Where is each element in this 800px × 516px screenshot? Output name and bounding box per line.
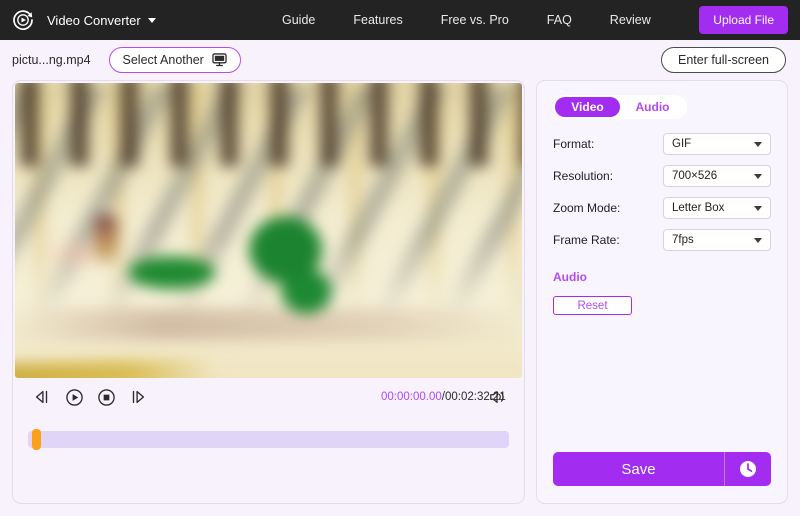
frame-rate-select[interactable]: 7fps xyxy=(663,229,771,251)
resolution-label: Resolution: xyxy=(553,169,614,183)
primary-nav: Guide Features Free vs. Pro FAQ Review xyxy=(282,13,651,27)
nav-link-free-vs-pro[interactable]: Free vs. Pro xyxy=(441,13,509,27)
top-navigation-bar: Video Converter Guide Features Free vs. … xyxy=(0,0,800,40)
setting-row-resolution: Resolution: 700×526 xyxy=(553,165,771,187)
current-filename: pictu...ng.mp4 xyxy=(12,53,91,67)
stop-button[interactable] xyxy=(96,387,116,407)
step-backward-icon xyxy=(35,390,48,404)
preview-layer-warm-blob xyxy=(17,222,143,286)
play-button[interactable] xyxy=(64,387,84,407)
transport-controls xyxy=(32,387,148,407)
nav-link-guide[interactable]: Guide xyxy=(282,13,315,27)
chevron-down-icon xyxy=(754,237,762,243)
step-backward-button[interactable] xyxy=(32,387,52,407)
preview-layer-figure xyxy=(94,214,118,263)
brand-menu[interactable]: Video Converter xyxy=(47,13,156,28)
zoom-mode-value: Letter Box xyxy=(672,202,725,214)
chevron-down-icon xyxy=(754,205,762,211)
setting-row-zoom-mode: Zoom Mode: Letter Box xyxy=(553,197,771,219)
timeline-row xyxy=(14,416,523,462)
play-circle-icon xyxy=(65,388,83,406)
tab-audio[interactable]: Audio xyxy=(620,97,685,117)
nav-link-review[interactable]: Review xyxy=(610,13,651,27)
select-another-label: Select Another xyxy=(122,53,204,67)
chevron-down-icon xyxy=(147,17,156,23)
frame-rate-label: Frame Rate: xyxy=(553,233,620,247)
play-circle-refresh-icon xyxy=(13,10,33,30)
reset-button[interactable]: Reset xyxy=(553,296,632,315)
timeline-handle[interactable] xyxy=(32,428,41,450)
app-logo xyxy=(10,7,36,33)
clock-icon xyxy=(740,461,756,477)
step-forward-icon xyxy=(132,390,145,404)
frame-rate-value: 7fps xyxy=(672,234,694,246)
video-preview-frame-image xyxy=(15,83,522,378)
zoom-mode-label: Zoom Mode: xyxy=(553,201,621,215)
nav-link-features[interactable]: Features xyxy=(353,13,402,27)
zoom-mode-select[interactable]: Letter Box xyxy=(663,197,771,219)
brand-label: Video Converter xyxy=(47,12,141,28)
save-button[interactable]: Save xyxy=(553,452,725,486)
settings-panel: Video Audio Format: GIF Resolution: 700×… xyxy=(536,80,788,504)
select-another-button[interactable]: Select Another xyxy=(108,47,241,73)
file-bar: pictu...ng.mp4 Select Another Enter full… xyxy=(0,40,800,80)
setting-row-frame-rate: Frame Rate: 7fps xyxy=(553,229,771,251)
volume-button[interactable] xyxy=(487,387,507,407)
current-time: 00:00:00.00 xyxy=(381,391,442,403)
speaker-icon xyxy=(490,391,504,403)
setting-row-format: Format: GIF xyxy=(553,133,771,155)
upload-file-button[interactable]: Upload File xyxy=(699,6,788,34)
chevron-down-icon xyxy=(754,173,762,179)
format-select[interactable]: GIF xyxy=(663,133,771,155)
preview-layer-arches xyxy=(15,83,522,167)
monitor-icon xyxy=(212,53,227,67)
tab-video[interactable]: Video xyxy=(555,97,620,117)
player-controls: 00:00:00.00/00:02:32.21 xyxy=(14,378,523,416)
resolution-value: 700×526 xyxy=(672,170,718,182)
audio-section-heading[interactable]: Audio xyxy=(553,270,771,284)
video-preview[interactable] xyxy=(15,83,522,378)
preview-layer-green-subject xyxy=(129,210,357,315)
settings-tabs: Video Audio xyxy=(553,95,687,119)
save-button-group: Save xyxy=(553,452,771,486)
enter-fullscreen-button[interactable]: Enter full-screen xyxy=(660,47,786,73)
stop-circle-icon xyxy=(97,388,115,406)
nav-link-faq[interactable]: FAQ xyxy=(547,13,572,27)
chevron-down-icon xyxy=(754,141,762,147)
main-stage: 00:00:00.00/00:02:32.21 Video Audio Form… xyxy=(0,80,800,516)
resolution-select[interactable]: 700×526 xyxy=(663,165,771,187)
format-label: Format: xyxy=(553,137,595,151)
step-forward-button[interactable] xyxy=(128,387,148,407)
format-value: GIF xyxy=(672,138,692,150)
timeline-track[interactable] xyxy=(28,428,509,450)
video-player-card: 00:00:00.00/00:02:32.21 xyxy=(12,80,525,504)
conversion-history-button[interactable] xyxy=(725,452,771,486)
